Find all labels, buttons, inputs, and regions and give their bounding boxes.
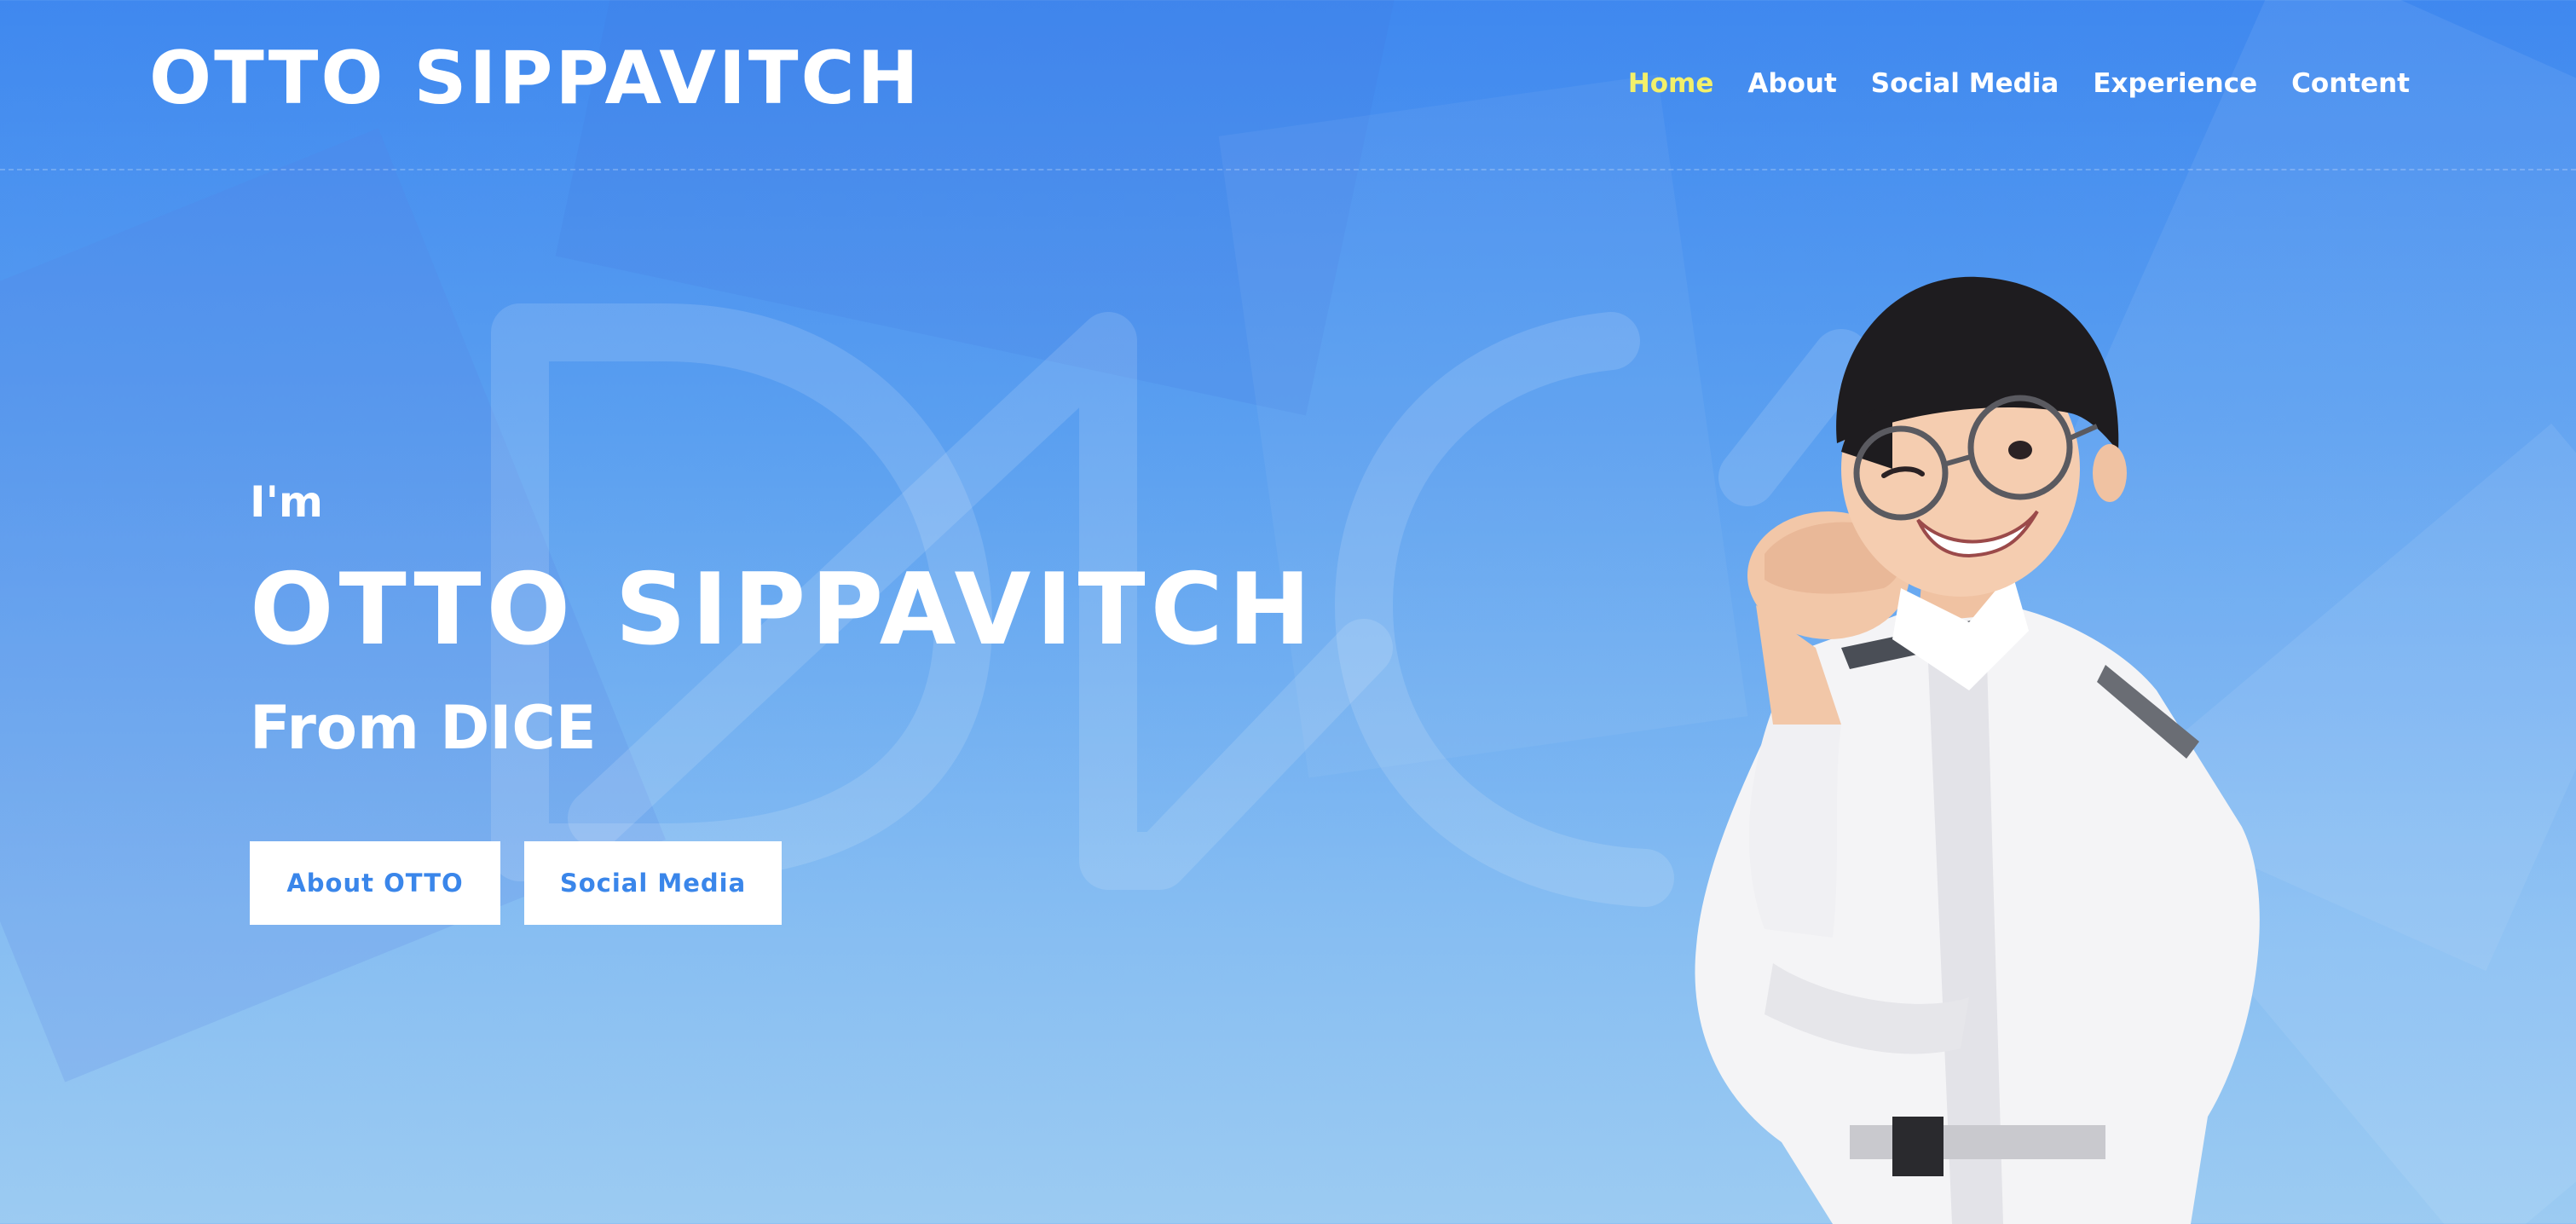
hero-buttons: About OTTO Social Media [250, 841, 1316, 925]
about-otto-button[interactable]: About OTTO [250, 841, 500, 925]
social-media-button[interactable]: Social Media [524, 841, 782, 925]
hero-subtitle: From DICE [250, 693, 597, 763]
main-nav: Home About Social Media Experience Conte… [1628, 68, 2410, 99]
site-header: OTTO SIPPAVITCH Home About Social Media … [0, 0, 2576, 170]
nav-link-content[interactable]: Content [2291, 68, 2410, 99]
hero-section: I'm OTTO SIPPAVITCH From DICE About OTTO… [250, 477, 1316, 925]
nav-link-home[interactable]: Home [1628, 68, 1714, 99]
hero-name: OTTO SIPPAVITCH [250, 552, 1316, 667]
nav-link-social-media[interactable]: Social Media [1871, 68, 2059, 99]
portrait-image [1695, 276, 2260, 1224]
site-logo[interactable]: OTTO SIPPAVITCH [149, 36, 921, 121]
nav-link-experience[interactable]: Experience [2093, 68, 2257, 99]
nav-link-about[interactable]: About [1747, 68, 1836, 99]
hero-intro: I'm [250, 477, 324, 527]
